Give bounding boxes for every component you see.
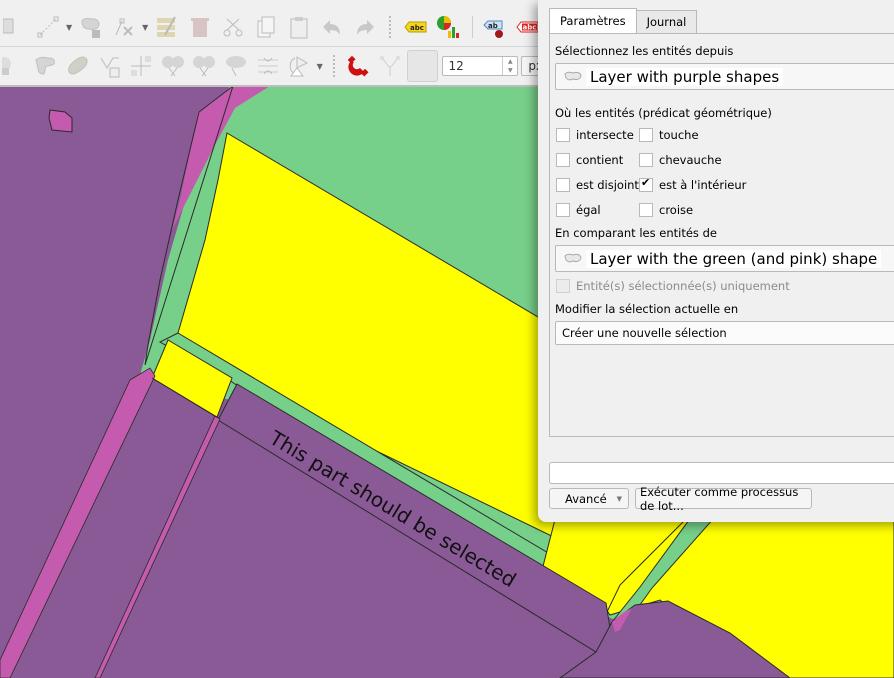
dropdown-arrow-icon: ▼ bbox=[616, 494, 622, 503]
edit-attributes-icon[interactable] bbox=[152, 12, 182, 42]
predicate-chevauche[interactable]: chevauche bbox=[639, 153, 722, 167]
vertex-icon[interactable] bbox=[95, 51, 124, 81]
predicate-contient[interactable]: contient bbox=[556, 153, 623, 167]
run-batch-button[interactable]: Exécuter comme processus de lot... bbox=[635, 485, 812, 513]
line-icon[interactable] bbox=[33, 12, 63, 42]
spin-arrows[interactable]: ▲ ▼ bbox=[502, 57, 517, 75]
dropdown-arrow-icon[interactable]: ▼ bbox=[66, 23, 72, 32]
source-layer-value: Layer with purple shapes bbox=[586, 67, 784, 86]
merge-attributes-icon[interactable] bbox=[222, 51, 251, 81]
split-parts-icon[interactable] bbox=[158, 51, 187, 81]
delete-part-icon[interactable] bbox=[0, 51, 29, 81]
delete-icon[interactable] bbox=[185, 12, 215, 42]
tolerance-value: 12 bbox=[448, 59, 464, 73]
source-layer-combo[interactable]: Layer with purple shapes bbox=[555, 63, 894, 90]
predicate-est-disjoint[interactable]: est disjoint bbox=[556, 178, 639, 192]
label-pin-icon[interactable]: ab bbox=[479, 12, 509, 42]
svg-text:abc: abc bbox=[523, 24, 537, 32]
checkbox-checked[interactable] bbox=[639, 176, 653, 192]
predicate-egal[interactable]: égal bbox=[556, 203, 601, 217]
checkbox[interactable] bbox=[639, 128, 653, 142]
paste-icon[interactable] bbox=[284, 12, 314, 42]
predicate-label-text: croise bbox=[659, 203, 694, 217]
vertex-tool-icon[interactable] bbox=[109, 12, 139, 42]
polygon-layer-icon bbox=[564, 71, 582, 80]
polygon-layer-icon bbox=[564, 253, 582, 262]
reshape-icon[interactable] bbox=[32, 51, 61, 81]
split-feature-icon[interactable] bbox=[127, 51, 156, 81]
add-polygon-icon[interactable] bbox=[76, 12, 106, 42]
checkbox[interactable] bbox=[556, 203, 570, 217]
toolbar-advanced-digitizing: ▼ 12 ▲ ▼ px bbox=[0, 47, 560, 87]
checkbox[interactable] bbox=[556, 153, 570, 167]
rotate-icon[interactable] bbox=[253, 51, 282, 81]
label-abc-yellow-icon[interactable]: abc bbox=[400, 12, 430, 42]
predicate-label-text: est à l'intérieur bbox=[659, 178, 747, 192]
snap-type-icon[interactable] bbox=[406, 50, 438, 82]
checkbox[interactable] bbox=[639, 153, 653, 167]
toolbar-digitizing: ▼ ▼ abc ab abc bbox=[0, 8, 560, 47]
advanced-button[interactable]: Avancé ▼ bbox=[549, 488, 629, 509]
copy-icon[interactable] bbox=[251, 12, 281, 42]
snapping-magnet-icon[interactable] bbox=[344, 51, 373, 81]
undo-icon[interactable] bbox=[317, 12, 347, 42]
checkbox[interactable] bbox=[556, 178, 570, 192]
svg-text:abc: abc bbox=[410, 24, 424, 32]
digitize-icon[interactable] bbox=[0, 12, 30, 42]
predicate-label-text: contient bbox=[576, 153, 624, 167]
predicate-label-text: est disjoint bbox=[576, 178, 639, 192]
predicate-label: Où les entités (prédicat géométrique) bbox=[555, 106, 772, 120]
source-layer-label: Sélectionnez les entités depuis bbox=[555, 44, 734, 58]
dialog-tabs: Paramètres Journal bbox=[549, 8, 698, 33]
predicate-label-text: chevauche bbox=[659, 153, 722, 167]
offset-curve-icon[interactable] bbox=[63, 51, 92, 81]
predicate-intersecte[interactable]: intersecte bbox=[556, 128, 634, 142]
selected-only-option[interactable]: Entité(s) sélectionnée(s) uniquement bbox=[556, 279, 790, 293]
progress-bar bbox=[549, 462, 894, 484]
predicate-label-text: intersecte bbox=[576, 128, 634, 142]
predicate-croise[interactable]: croise bbox=[639, 203, 693, 217]
compare-layer-label: En comparant les entités de bbox=[555, 226, 717, 240]
toolbar-separator bbox=[389, 16, 394, 38]
redo-icon[interactable] bbox=[350, 12, 380, 42]
toolbar-separator bbox=[472, 16, 474, 38]
checkbox-disabled[interactable] bbox=[556, 279, 570, 293]
snap-rotate-icon[interactable] bbox=[285, 51, 314, 81]
dropdown-arrow-icon[interactable]: ▼ bbox=[142, 23, 148, 32]
predicate-label-text: touche bbox=[659, 128, 699, 142]
predicate-est-a-interieur[interactable]: est à l'intérieur bbox=[639, 176, 747, 192]
dropdown-arrow-icon[interactable]: ▼ bbox=[317, 62, 323, 71]
topology-icon[interactable] bbox=[375, 51, 404, 81]
compare-layer-value: Layer with the green (and pink) shape bbox=[586, 249, 882, 268]
toolbar-separator bbox=[332, 55, 338, 77]
modify-selection-combo[interactable]: Créer une nouvelle sélection bbox=[555, 321, 894, 345]
merge-icon[interactable] bbox=[190, 51, 219, 81]
advanced-label: Avancé bbox=[565, 491, 607, 506]
diagram-icon[interactable] bbox=[433, 12, 463, 42]
checkbox[interactable] bbox=[556, 128, 570, 142]
tab-parametres[interactable]: Paramètres bbox=[549, 8, 637, 33]
modify-selection-label: Modifier la sélection actuelle en bbox=[555, 302, 739, 316]
predicate-label-text: égal bbox=[576, 203, 601, 217]
tab-journal[interactable]: Journal bbox=[636, 10, 698, 33]
parameters-panel: Sélectionnez les entités depuis Layer wi… bbox=[549, 33, 894, 437]
svg-text:ab: ab bbox=[488, 22, 498, 30]
select-by-location-dialog: Paramètres Journal Sélectionnez les enti… bbox=[538, 0, 894, 522]
cut-icon[interactable] bbox=[218, 12, 248, 42]
checkbox[interactable] bbox=[639, 203, 653, 217]
tolerance-spinbox[interactable]: 12 ▲ ▼ bbox=[441, 56, 519, 76]
compare-layer-combo[interactable]: Layer with the green (and pink) shape bbox=[555, 245, 894, 272]
predicate-touche[interactable]: touche bbox=[639, 128, 699, 142]
selected-only-label: Entité(s) sélectionnée(s) uniquement bbox=[576, 279, 790, 293]
